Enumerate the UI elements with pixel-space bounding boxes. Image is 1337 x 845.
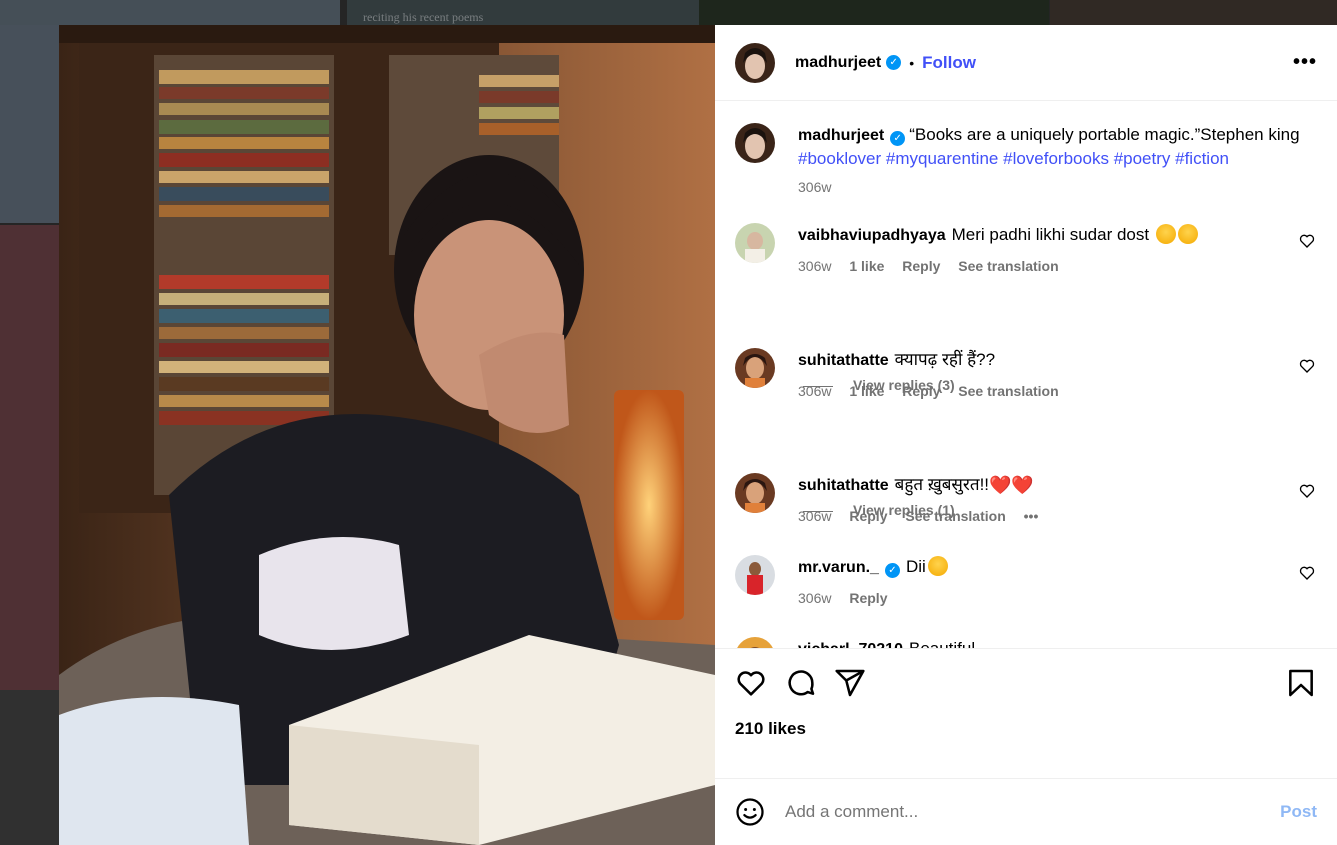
commenter-avatar[interactable] [735, 223, 775, 263]
hashtag-link[interactable]: #myquarentine [886, 149, 998, 168]
red-hearts-emoji-icon: ❤️❤️ [989, 475, 1034, 495]
comment-meta: 306w Reply [798, 587, 1287, 610]
avatar-image [735, 473, 775, 513]
comment-body: vaibhaviupadhyaya Meri padhi likhi sudar … [798, 223, 1287, 278]
timestamp[interactable]: 306w [798, 508, 831, 524]
avatar-image [735, 123, 775, 163]
post-header: madhurjeet ✓ • Follow ••• [715, 25, 1337, 101]
verified-badge-icon: ✓ [890, 131, 906, 146]
caption-meta: 306w [798, 176, 1317, 199]
timestamp[interactable]: 306w [798, 590, 831, 606]
likes-count[interactable]: 210 likes [735, 719, 806, 739]
post-detail-panel: madhurjeet ✓ • Follow ••• madhurjeet ✓ “Bo… [715, 25, 1337, 845]
caption-text: “Books are a uniquely portable magic.”St… [909, 125, 1300, 144]
avatar-image [735, 42, 775, 83]
reply-button[interactable]: Reply [849, 508, 887, 524]
like-heart-icon[interactable] [735, 667, 767, 699]
comment-body: mr.varun._ ✓ Dii 306w Reply [798, 555, 1287, 610]
follow-button[interactable]: Follow [922, 53, 976, 73]
timestamp[interactable]: 306w [798, 383, 831, 399]
commenter-avatar[interactable] [735, 637, 775, 648]
comment-body: suhitathatte क्यापढ़ रहीं हैं?? 306w 1 li… [798, 348, 1287, 403]
author-username[interactable]: madhurjeet [795, 54, 881, 72]
like-comment-heart-icon[interactable] [1299, 565, 1315, 581]
save-bookmark-icon[interactable] [1285, 667, 1317, 699]
see-translation-button[interactable]: See translation [958, 258, 1058, 274]
more-options-icon[interactable]: ••• [1293, 51, 1317, 74]
hashtag-link[interactable]: #fiction [1175, 149, 1229, 168]
author-avatar[interactable] [735, 123, 775, 163]
kiss-emoji-icon [927, 556, 948, 576]
post-comment-button[interactable]: Post [1280, 802, 1317, 822]
caption-username[interactable]: madhurjeet [798, 127, 884, 144]
comment-text: Meri padhi likhi sudar dost [951, 225, 1150, 244]
comment-username[interactable]: mr.varun._ [798, 559, 879, 576]
comment-username[interactable]: suhitathatte [798, 352, 889, 369]
avatar-image [735, 555, 775, 595]
comment-meta: 306w Reply See translation ••• [798, 505, 1287, 528]
heart-eyes-emoji-icon [1155, 224, 1176, 244]
verified-badge-icon: ✓ [886, 55, 902, 70]
likes-count[interactable]: 1 like [849, 383, 884, 399]
post-actions: 210 likes [715, 648, 1337, 778]
avatar-image [735, 348, 775, 388]
comment-options-icon[interactable]: ••• [1024, 508, 1039, 524]
author-avatar[interactable] [735, 42, 775, 83]
avatar-image [735, 637, 775, 648]
like-comment-heart-icon[interactable] [1299, 233, 1315, 249]
share-send-icon[interactable] [834, 667, 866, 699]
separator-dot: • [909, 54, 915, 71]
hashtag-link[interactable]: #loveforbooks [1003, 149, 1109, 168]
comment-bubble-icon[interactable] [785, 667, 817, 699]
comment-text: बहुत ख़ुबसुरत!! [894, 475, 990, 494]
post-image [59, 25, 715, 845]
comment-meta: 306w 1 like Reply See translation [798, 255, 1287, 278]
comment-text: Beautiful [909, 639, 975, 648]
timestamp[interactable]: 306w [798, 179, 831, 195]
comment-body: suhitathatte बहुत ख़ुबसुरत!!❤️❤️ 306w Rep… [798, 473, 1287, 528]
likes-count[interactable]: 1 like [849, 258, 884, 274]
commenter-avatar[interactable] [735, 473, 775, 513]
reply-button[interactable]: Reply [849, 590, 887, 606]
comment-text: Dii [905, 557, 926, 576]
comment-text: क्यापढ़ रहीं हैं?? [894, 350, 996, 369]
like-comment-heart-icon[interactable] [1299, 483, 1315, 499]
kiss-emoji-icon [1177, 224, 1198, 244]
see-translation-button[interactable]: See translation [905, 508, 1005, 524]
comment-username[interactable]: suhitathatte [798, 477, 889, 494]
comment-meta: 306w 1 like Reply See translation [798, 380, 1287, 403]
comment-username[interactable]: vaibhaviupadhyaya [798, 227, 946, 244]
like-comment-heart-icon[interactable] [1299, 358, 1315, 374]
comment-input[interactable] [785, 802, 1281, 822]
timestamp[interactable]: 306w [798, 258, 831, 274]
commenter-avatar[interactable] [735, 348, 775, 388]
comment-body: vicharl_70210 Beautiful [798, 637, 1287, 648]
see-translation-button[interactable]: See translation [958, 383, 1058, 399]
verified-badge-icon: ✓ [884, 563, 900, 578]
reply-button[interactable]: Reply [902, 258, 940, 274]
commenter-avatar[interactable] [735, 555, 775, 595]
reply-button[interactable]: Reply [902, 383, 940, 399]
post-photo-illustration [59, 25, 715, 845]
hashtag-link[interactable]: #poetry [1114, 149, 1171, 168]
emoji-picker-icon[interactable] [735, 797, 765, 827]
avatar-image [735, 223, 775, 263]
comment-username[interactable]: vicharl_70210 [798, 641, 903, 648]
hashtag-link[interactable]: #booklover [798, 149, 881, 168]
caption-body: madhurjeet ✓ “Books are a uniquely portabl… [798, 123, 1317, 199]
add-comment-bar: Post [715, 778, 1337, 845]
comments-list[interactable]: madhurjeet ✓ “Books are a uniquely portabl… [715, 101, 1337, 648]
